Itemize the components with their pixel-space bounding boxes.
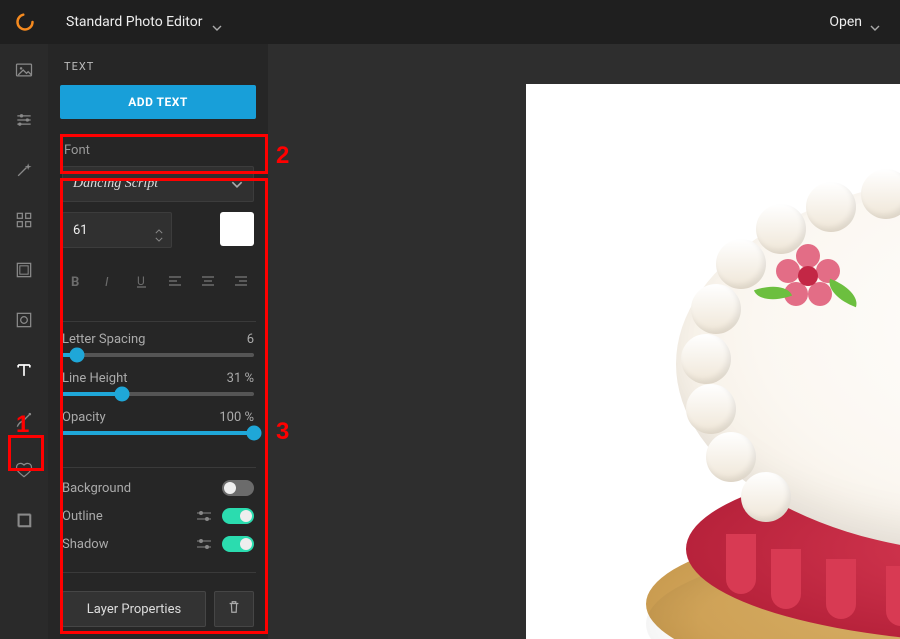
editor-mode-select[interactable]: Standard Photo Editor — [66, 14, 222, 30]
effects-tool[interactable] — [12, 158, 36, 182]
elements-tool[interactable] — [12, 208, 36, 232]
adjust-tool[interactable] — [12, 108, 36, 132]
open-label: Open — [829, 14, 862, 30]
add-text-label: ADD TEXT — [128, 95, 188, 109]
top-bar: Standard Photo Editor Open — [0, 0, 900, 44]
panel-title: TEXT — [48, 44, 268, 85]
annotation-num-1: 1 — [16, 411, 29, 439]
tool-strip — [0, 44, 48, 639]
layers-tool[interactable] — [12, 508, 36, 532]
annotation-box-2 — [60, 134, 268, 174]
editor-canvas[interactable]: HAPPY Z — [268, 44, 900, 639]
chevron-down-icon — [870, 19, 880, 25]
annotation-num-3: 3 — [276, 418, 289, 446]
overlay-tool[interactable] — [12, 308, 36, 332]
text-tool[interactable] — [12, 358, 36, 382]
editor-mode-label: Standard Photo Editor — [66, 14, 202, 30]
image-tool[interactable] — [12, 58, 36, 82]
frame-tool[interactable] — [12, 258, 36, 282]
open-button[interactable]: Open — [829, 14, 886, 30]
annotation-box-3 — [60, 178, 268, 634]
document: HAPPY Z — [526, 84, 900, 639]
app-logo-icon — [14, 11, 36, 33]
add-text-button[interactable]: ADD TEXT — [60, 85, 256, 119]
annotation-box-1 — [8, 435, 44, 471]
annotation-num-2: 2 — [276, 142, 289, 170]
chevron-down-icon — [212, 19, 222, 25]
